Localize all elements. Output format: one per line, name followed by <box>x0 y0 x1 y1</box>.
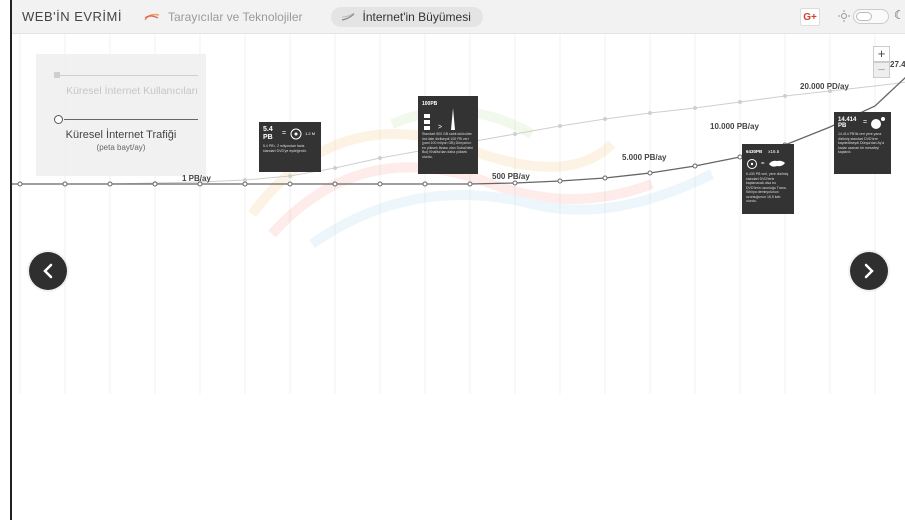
dvd-icon <box>747 159 757 169</box>
label-1pb: 1 PB/ay <box>182 174 211 183</box>
tab-internet-growth[interactable]: İnternet'in Büyümesi <box>330 6 483 27</box>
info-card-6430pb[interactable]: 6430PB x16.5 = 6.430 PB veri, yere dizil… <box>742 144 794 214</box>
sun-icon[interactable] <box>838 10 850 22</box>
info-card-14414pb[interactable]: 14.414 PB = 14.414 PB'lik veri yere yana… <box>834 112 891 174</box>
browser-swirl-icon <box>144 13 160 20</box>
dvd-icon <box>290 128 302 140</box>
google-plus-button[interactable]: G+ <box>800 8 820 26</box>
equals-sign: = <box>863 118 868 126</box>
info-card-5pb[interactable]: 5.4 PB = 1.2 M 5.4 PB'ı, 2 milyondan faz… <box>259 122 321 172</box>
chevron-left-icon <box>43 263 53 279</box>
app-frame: WEB'İN EVRİMİ Tarayıcılar ve Teknolojile… <box>10 0 905 520</box>
equals-sign: = <box>761 160 765 167</box>
tab-label: İnternet'in Büyümesi <box>362 9 471 24</box>
card-note: 6.430 PB veri, yere dizilmiş standart DV… <box>746 172 789 203</box>
label-5000pb: 5.000 PB/ay <box>622 153 667 162</box>
legend-panel: Küresel İnternet Kullanıcıları Küresel İ… <box>36 54 206 176</box>
users-legend-label[interactable]: Küresel İnternet Kullanıcıları <box>36 85 206 97</box>
card-value: 5.4 PB <box>263 126 273 141</box>
traffic-legend-unit: (peta bayt/ay) <box>96 143 146 152</box>
label-10000pb: 10.000 PB/ay <box>710 122 759 131</box>
earth-moon-icon <box>871 117 886 129</box>
card-value: 14.414 PB <box>838 117 857 129</box>
label-edge-value: 27.4 <box>890 60 905 69</box>
growth-canvas[interactable]: Küresel İnternet Kullanıcıları Küresel İ… <box>12 34 905 520</box>
app-title[interactable]: WEB'İN EVRİMİ <box>22 9 122 24</box>
growth-icon <box>341 12 354 21</box>
equals-sign: = <box>282 129 287 137</box>
top-bar: WEB'İN EVRİMİ Tarayıcılar ve Teknolojile… <box>12 0 905 34</box>
zoom-controls: + − <box>873 46 890 78</box>
card-note: 14.414 PB'lik veri yere yana dizilmiş st… <box>838 132 885 154</box>
label-500pb: 500 PB/ay <box>492 172 530 181</box>
card-value: 100PB <box>422 101 438 107</box>
toggle-knob <box>856 12 872 21</box>
info-card-100pb[interactable]: 100PB > Standart 500 GB sabit sürücüler … <box>418 96 478 174</box>
users-legend-line <box>56 75 198 76</box>
card-note: Standart 500 GB sabit sürücüler üst üste… <box>422 132 473 159</box>
greater-than-sign: > <box>438 123 443 131</box>
card-note: 5.4 PB'ı, 2 milyondan fazla standart DVD… <box>263 144 307 153</box>
tab-label: Tarayıcılar ve Teknolojiler <box>168 9 303 24</box>
previous-button[interactable] <box>29 252 67 290</box>
next-button[interactable] <box>850 252 888 290</box>
card-multiplier: 1.2 M <box>305 130 316 136</box>
tab-browsers-technologies[interactable]: Tarayıcılar ve Teknolojiler <box>144 10 303 24</box>
zoom-out-button[interactable]: − <box>873 62 890 78</box>
russia-map-icon <box>768 160 785 167</box>
tower-icon <box>451 108 456 130</box>
hard-drive-stack-icon <box>424 114 430 130</box>
chevron-right-icon <box>864 263 874 279</box>
zoom-in-button[interactable]: + <box>873 46 890 62</box>
traffic-legend-line <box>64 119 198 120</box>
moon-icon[interactable]: ☾ <box>894 8 905 22</box>
theme-toggle[interactable] <box>853 9 889 24</box>
card-value: 6430PB <box>746 149 763 154</box>
label-20000pb: 20.000 PD/ay <box>800 82 849 91</box>
card-multiplier: x16.5 <box>768 148 780 154</box>
traffic-legend-label[interactable]: Küresel İnternet Trafiği <box>36 129 206 141</box>
traffic-legend-marker[interactable] <box>54 115 63 124</box>
